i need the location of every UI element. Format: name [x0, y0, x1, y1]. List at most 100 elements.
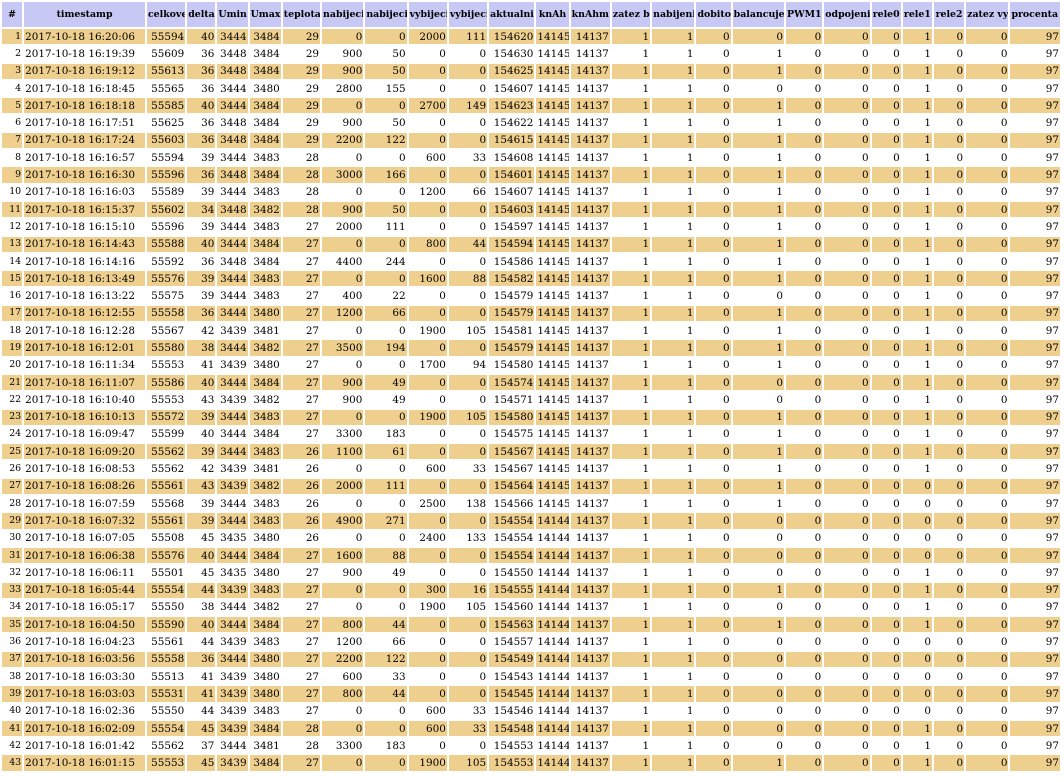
table-cell: 4900: [322, 513, 364, 529]
table-cell: 0: [824, 617, 870, 633]
row-index-cell: 9: [2, 167, 23, 183]
table-cell: 0: [696, 132, 731, 149]
table-cell: 27: [282, 634, 321, 650]
table-cell: 14137: [570, 686, 610, 702]
table-cell: 1: [732, 253, 785, 270]
table-cell: 28: [282, 720, 321, 737]
table-cell: 0: [365, 599, 407, 616]
table-cell: 14145: [536, 150, 569, 166]
table-cell: 55592: [146, 253, 186, 270]
table-cell: 0: [786, 703, 823, 719]
table-cell: 1: [611, 582, 651, 598]
table-cell: 154548: [489, 720, 535, 737]
table-cell: 0: [933, 305, 965, 322]
table-cell: 97: [1010, 686, 1060, 702]
table-cell: 0: [824, 340, 870, 356]
table-cell: 55558: [146, 651, 186, 667]
table-cell: 0: [871, 651, 901, 667]
table-cell: 0: [824, 496, 870, 512]
table-cell: 55565: [146, 80, 186, 97]
table-cell: 1: [902, 426, 932, 443]
table-cell: 154564: [489, 478, 535, 495]
table-cell: 0: [696, 29, 731, 45]
table-cell: 0: [696, 80, 731, 97]
table-cell: 27: [282, 426, 321, 443]
row-index-cell: 29: [2, 513, 23, 529]
row-index-cell: 16: [2, 288, 23, 304]
table-cell: 3483: [249, 496, 281, 512]
table-cell: 14144: [536, 668, 569, 685]
table-cell: 0: [824, 167, 870, 183]
table-row: 14 2017-10-18 16:14:16 55592 36 3448 3484 27 44…: [2, 253, 1060, 270]
table-cell: 97: [1010, 46, 1060, 62]
table-cell: 1: [652, 150, 695, 166]
table-cell: 0: [824, 253, 870, 270]
table-cell: 97: [1010, 634, 1060, 650]
table-cell: 1: [611, 668, 651, 685]
table-cell: 0: [966, 513, 1009, 529]
table-cell: 1: [902, 374, 932, 391]
table-cell: 55561: [146, 513, 186, 529]
table-cell: 1: [652, 132, 695, 149]
timestamp-cell: 2017-10-18 16:11:34: [24, 357, 145, 373]
table-cell: 55513: [146, 668, 186, 685]
table-cell: 2000: [322, 219, 364, 235]
table-cell: 0: [696, 444, 731, 460]
table-cell: 0: [786, 219, 823, 235]
table-cell: 0: [322, 98, 364, 114]
row-index-cell: 26: [2, 461, 23, 477]
column-header: Umin: [217, 2, 248, 27]
table-cell: 0: [933, 461, 965, 477]
table-cell: 0: [966, 305, 1009, 322]
table-cell: 14145: [536, 340, 569, 356]
table-cell: 0: [322, 703, 364, 719]
row-index-cell: 39: [2, 686, 23, 702]
table-cell: 1: [611, 496, 651, 512]
table-cell: 39: [187, 184, 216, 200]
table-cell: 0: [933, 478, 965, 495]
table-cell: 0: [902, 651, 932, 667]
table-cell: 0: [322, 29, 364, 45]
table-cell: 0: [902, 496, 932, 512]
table-cell: 105: [448, 755, 488, 771]
table-body: 1 2017-10-18 16:20:06 55594 40 3444 3484 29 0 0 2…: [2, 29, 1060, 771]
table-cell: 27: [282, 236, 321, 252]
column-header: rele0: [871, 2, 901, 27]
table-cell: 3483: [249, 219, 281, 235]
table-cell: 14137: [570, 703, 610, 719]
table-row: 33 2017-10-18 16:05:44 55554 44 3439 3483 27 0 0…: [2, 582, 1060, 598]
table-row: 35 2017-10-18 16:04:50 55590 40 3444 3484 27 80…: [2, 617, 1060, 633]
table-cell: 43: [187, 478, 216, 495]
table-cell: 14144: [536, 599, 569, 616]
table-cell: 14137: [570, 409, 610, 425]
table-cell: 0: [696, 167, 731, 183]
table-cell: 97: [1010, 530, 1060, 546]
table-cell: 271: [365, 513, 407, 529]
table-cell: 0: [871, 132, 901, 149]
table-cell: 55562: [146, 444, 186, 460]
column-header: balancuje: [732, 2, 785, 27]
table-row: 20 2017-10-18 16:11:34 55553 41 3439 3480 27 0 0…: [2, 357, 1060, 373]
timestamp-cell: 2017-10-18 16:10:40: [24, 392, 145, 408]
table-cell: 3439: [217, 686, 248, 702]
table-cell: 14144: [536, 686, 569, 702]
table-cell: 111: [365, 219, 407, 235]
table-cell: 0: [365, 323, 407, 339]
table-cell: 97: [1010, 547, 1060, 564]
table-cell: 1: [652, 634, 695, 650]
table-cell: 1: [902, 565, 932, 581]
table-cell: 154607: [489, 184, 535, 200]
table-cell: 3483: [249, 184, 281, 200]
table-cell: 0: [448, 444, 488, 460]
table-cell: 0: [786, 46, 823, 62]
table-cell: 0: [365, 409, 407, 425]
table-cell: 3483: [249, 703, 281, 719]
table-cell: 0: [696, 409, 731, 425]
table-cell: 0: [786, 271, 823, 287]
table-cell: 1: [611, 29, 651, 45]
table-cell: 3444: [217, 617, 248, 633]
table-cell: 154601: [489, 167, 535, 183]
table-cell: 0: [786, 582, 823, 598]
table-cell: 33: [365, 668, 407, 685]
table-cell: 3483: [249, 444, 281, 460]
